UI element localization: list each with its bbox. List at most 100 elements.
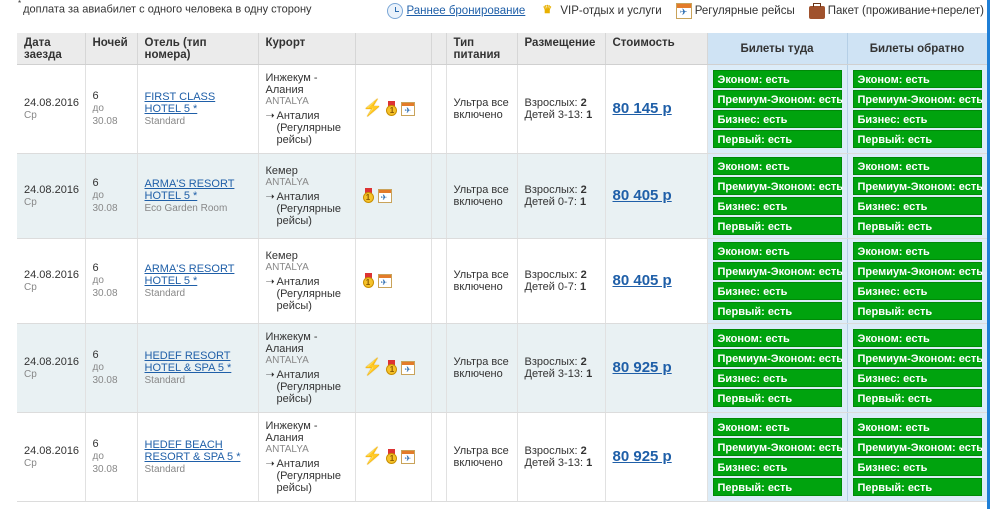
checkin-date: 24.08.2016 (24, 183, 80, 196)
tickets-back-cell: Эконом: есть Премиум-Эконом: есть Бизнес: … (847, 64, 987, 154)
ticket-back-badge: Первый: есть (852, 389, 982, 407)
checkin-weekday: Ср (24, 281, 37, 293)
spacer-cell (431, 412, 447, 502)
nights-cell: 6 до 30.08 (85, 64, 138, 154)
medal-icon[interactable] (386, 101, 398, 117)
resort-region: ANTALYA (265, 96, 309, 107)
price-cell: 80 925 р (605, 412, 708, 502)
flight-info: Анталия (Регулярные рейсы) (276, 276, 342, 312)
price-cell: 80 405 р (605, 238, 708, 324)
meal-cell: Ультра все включено (446, 238, 518, 324)
col-date: Дата заезда (17, 33, 86, 65)
kids-label: Детей 3-13: (524, 368, 584, 380)
hotel-link[interactable]: ARMA'S RESORT HOTEL 5 * (145, 178, 235, 202)
icons-cell (355, 238, 432, 324)
flight-info: Анталия (Регулярные рейсы) (276, 191, 342, 227)
top-link-label[interactable]: Раннее бронирование (406, 5, 525, 17)
resort-region: ANTALYA (265, 355, 309, 366)
adults-count: 2 (580, 445, 587, 457)
until-date: до 30.08 (92, 103, 118, 127)
top-link-1[interactable]: VIP-отдых и услуги (539, 0, 661, 21)
hotel-link[interactable]: ARMA'S RESORT HOTEL 5 * (145, 263, 235, 287)
tickets-to-cell: Эконом: есть Премиум-Эконом: есть Бизнес: … (707, 64, 848, 154)
hotel-link[interactable]: HEDEF RESORT HOTEL & SPA 5 * (145, 350, 232, 374)
price-link[interactable]: 80 925 р (613, 359, 672, 376)
hotel-link[interactable]: FIRST CLASS HOTEL 5 * (145, 91, 216, 115)
tickets-to-cell: Эконом: есть Премиум-Эконом: есть Бизнес: … (707, 153, 848, 239)
medal-icon[interactable] (362, 273, 374, 289)
hotel-cell: HEDEF BEACH RESORT & SPA 5 * Standard (137, 412, 259, 502)
top-links: Раннее бронирование VIP-отдых и услуги Рег… (387, 0, 984, 21)
ticket-to-badge: Бизнес: есть (712, 369, 842, 387)
resort-cell: Инжекум - Алания ANTALYA ➝ Анталия (Регул… (258, 64, 356, 154)
table-row: 24.08.2016 Ср 6 до 30.08 FIRST CLASS HOT… (17, 64, 987, 154)
resort-name: Кемер (265, 250, 298, 262)
calendar-plane-icon[interactable] (377, 189, 392, 204)
ticket-back-badge: Бизнес: есть (852, 197, 982, 215)
price-link[interactable]: 80 925 р (613, 448, 672, 465)
top-link-0[interactable]: Раннее бронирование (387, 3, 525, 19)
hotel-cell: ARMA'S RESORT HOTEL 5 * Standard (137, 238, 259, 324)
tours-table: Дата заезда Ночей Отель (тип номера) Кур… (17, 33, 987, 502)
medal-icon[interactable] (386, 360, 398, 376)
flight-info: Анталия (Регулярные рейсы) (276, 369, 342, 405)
checkin-weekday: Ср (24, 368, 37, 380)
lightning-icon[interactable]: ⚡ (363, 449, 383, 465)
lightning-icon[interactable]: ⚡ (363, 101, 383, 117)
ticket-back-badge: Первый: есть (852, 217, 982, 235)
room-type: Standard (144, 115, 186, 127)
meal-cell: Ультра все включено (446, 153, 518, 239)
price-cell: 80 145 р (605, 64, 708, 154)
calendar-plane-icon[interactable] (401, 102, 416, 117)
ticket-to-badge: Эконом: есть (712, 70, 842, 88)
calendar-plane-icon[interactable] (377, 274, 392, 289)
medal-icon[interactable] (362, 188, 374, 204)
spacer-cell (431, 64, 447, 154)
hotel-link[interactable]: HEDEF BEACH RESORT & SPA 5 * (145, 439, 241, 463)
resort-name: Кемер (265, 165, 298, 177)
ticket-back-badge: Бизнес: есть (852, 282, 982, 300)
adults-count: 2 (580, 356, 587, 368)
kids-count: 1 (586, 109, 593, 121)
ticket-back-badge: Бизнес: есть (852, 458, 982, 476)
ticket-back-badge: Первый: есть (852, 130, 982, 148)
icons-cell: ⚡ (355, 64, 432, 154)
placement-cell: Взрослых: 2 Детей 3-13: 1 (517, 323, 606, 413)
vip-icon (539, 0, 557, 21)
flight-info: Анталия (Регулярные рейсы) (276, 110, 342, 146)
calendar-plane-icon[interactable] (401, 361, 416, 376)
ticket-back-badge: Первый: есть (852, 302, 982, 320)
placement-cell: Взрослых: 2 Детей 0-7: 1 (517, 153, 606, 239)
icons-cell: ⚡ (355, 412, 432, 502)
ticket-to-badge: Премиум-Эконом: есть (712, 90, 843, 108)
flight-info: Анталия (Регулярные рейсы) (276, 458, 342, 494)
kids-label: Детей 3-13: (524, 109, 584, 121)
nights-count: 6 (92, 262, 99, 274)
resort-name: Инжекум - Алания (265, 72, 318, 96)
resort-cell: Кемер ANTALYA ➝ Анталия (Регулярные рейсы… (258, 238, 356, 324)
tickets-back-cell: Эконом: есть Премиум-Эконом: есть Бизнес: … (847, 153, 987, 239)
until-date: до 30.08 (92, 275, 118, 299)
ticket-back-badge: Премиум-Эконом: есть (852, 438, 983, 456)
price-link[interactable]: 80 145 р (613, 100, 672, 117)
medal-icon[interactable] (386, 449, 398, 465)
ticket-back-badge: Премиум-Эконом: есть (852, 262, 983, 280)
kids-count: 1 (586, 457, 593, 469)
resort-region: ANTALYA (265, 177, 309, 188)
lightning-icon[interactable]: ⚡ (363, 360, 383, 376)
nights-count: 6 (92, 177, 99, 189)
calendar-plane-icon[interactable] (401, 450, 416, 465)
col-icons (355, 33, 432, 65)
price-link[interactable]: 80 405 р (613, 187, 672, 204)
top-link-2[interactable]: Регулярные рейсы (675, 3, 795, 19)
checkin-weekday: Ср (24, 457, 37, 469)
top-link-3[interactable]: Пакет (проживание+перелет) (808, 2, 984, 19)
ticket-back-badge: Премиум-Эконом: есть (852, 177, 983, 195)
col-tickets-to: Билеты туда (707, 33, 848, 65)
spacer-cell (431, 238, 447, 324)
price-link[interactable]: 80 405 р (613, 272, 672, 289)
date-cell: 24.08.2016 Ср (17, 238, 86, 324)
kids-label: Детей 3-13: (524, 457, 584, 469)
adults-label: Взрослых: (524, 97, 578, 109)
ticket-to-badge: Премиум-Эконом: есть (712, 438, 843, 456)
